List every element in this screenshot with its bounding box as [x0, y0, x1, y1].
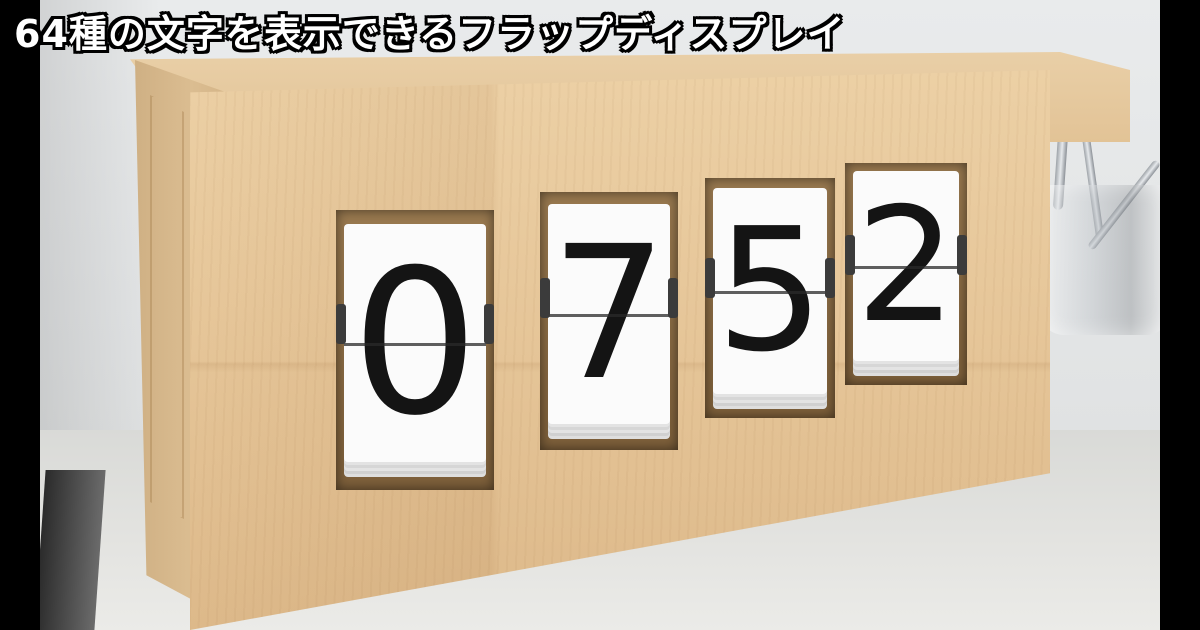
table-edge	[40, 470, 106, 630]
flap-hinge	[825, 258, 835, 298]
flap-hinge	[957, 235, 967, 275]
photo-frame: 0 7 5 2 64種の文字を表示できるフラップディスプレイ	[0, 0, 1200, 630]
flap-card-4: 2	[853, 171, 959, 361]
flap-card-1: 0	[344, 224, 486, 462]
flap-hinge	[845, 235, 855, 275]
flap-hinge	[336, 304, 346, 344]
flap-hinge	[705, 258, 715, 298]
glass-cup	[1040, 185, 1160, 335]
headline-caption: 64種の文字を表示できるフラップディスプレイ	[14, 12, 846, 56]
flap-hinge	[540, 278, 550, 318]
flap-split-line	[853, 266, 959, 269]
flap-split-line	[713, 291, 827, 294]
flap-window-2: 7	[540, 192, 678, 450]
flap-card-2: 7	[548, 204, 670, 424]
flap-split-line	[548, 314, 670, 317]
flap-hinge	[668, 278, 678, 318]
box-side-panel	[150, 95, 184, 519]
flap-hinge	[484, 304, 494, 344]
flap-window-1: 0	[336, 210, 494, 490]
flap-card-3: 5	[713, 188, 827, 394]
flap-window-3: 5	[705, 178, 835, 418]
flap-window-4: 2	[845, 163, 967, 385]
flap-split-line	[344, 343, 486, 346]
